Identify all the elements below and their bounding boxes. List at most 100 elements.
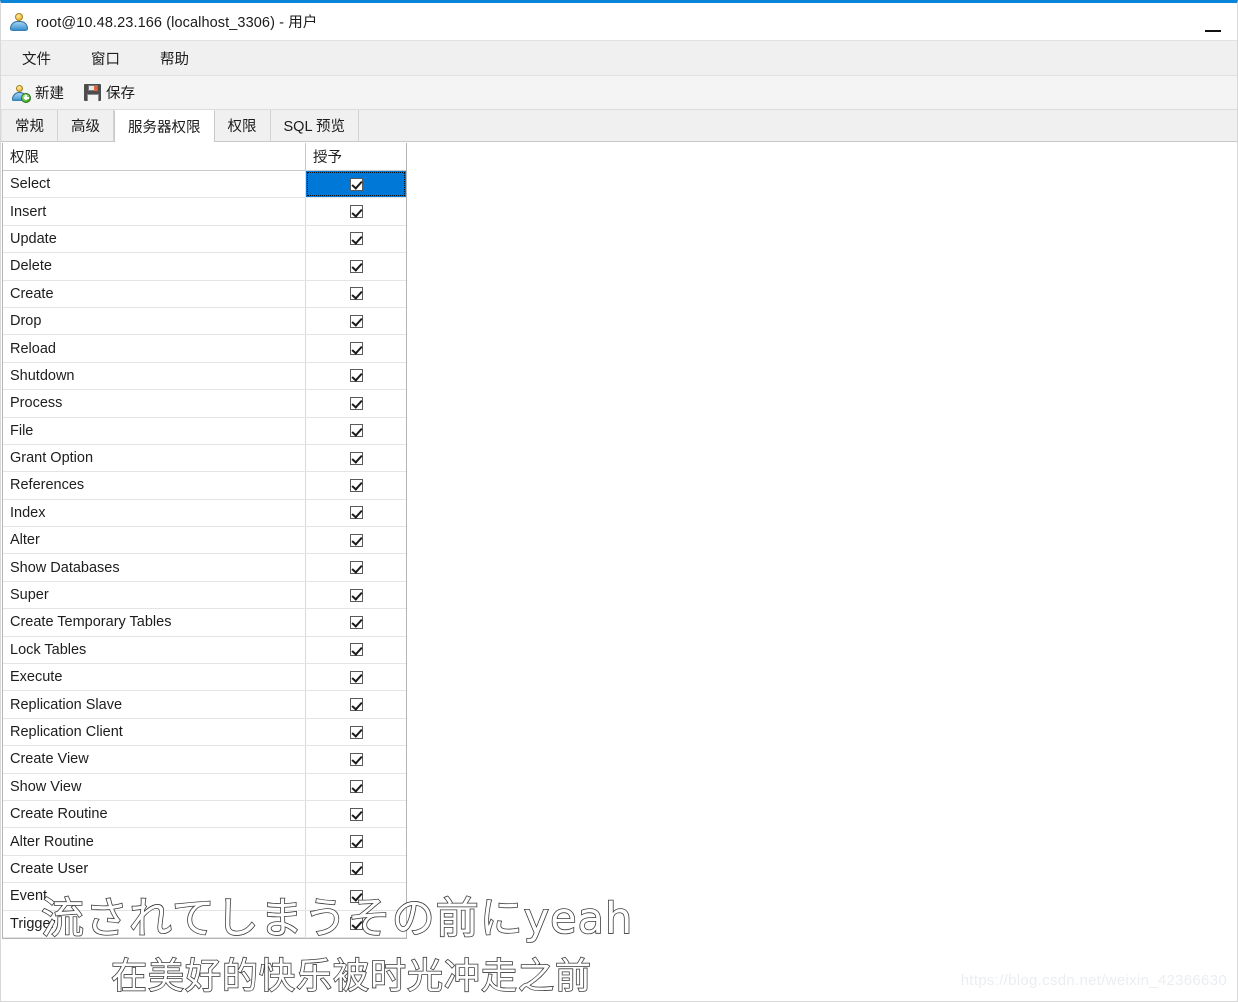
column-header-grant[interactable]: 授予 [306,143,406,170]
checkbox-checked-icon[interactable] [349,177,363,191]
table-row[interactable]: Alter [3,527,406,555]
grant-checkbox-cell[interactable] [306,911,406,937]
privilege-name-cell[interactable]: Create View [3,746,306,773]
grant-checkbox-cell[interactable] [306,609,406,635]
grant-checkbox-cell[interactable] [306,828,406,854]
column-header-privilege[interactable]: 权限 [3,143,306,170]
privilege-name-cell[interactable]: Delete [3,253,306,280]
checkbox-checked-icon[interactable] [349,205,363,219]
privilege-name-cell[interactable]: Super [3,581,306,609]
grant-checkbox-cell[interactable] [306,390,406,416]
grant-checkbox-cell[interactable] [306,554,406,580]
table-row[interactable]: Drop [3,307,406,336]
new-user-button[interactable]: 新建 [7,79,73,106]
checkbox-checked-icon[interactable] [349,561,363,575]
table-row[interactable]: Alter Routine [3,828,406,856]
checkbox-checked-icon[interactable] [349,643,363,657]
grant-checkbox-cell[interactable] [306,308,406,334]
grant-checkbox-cell[interactable] [306,335,406,361]
grant-checkbox-cell[interactable] [306,582,406,608]
menu-item-help[interactable]: 帮助 [147,44,202,73]
table-row[interactable]: Event [3,883,406,911]
privilege-name-cell[interactable]: Grant Option [3,444,306,472]
privilege-name-cell[interactable]: Shutdown [3,362,306,390]
checkbox-checked-icon[interactable] [349,889,363,903]
privilege-name-cell[interactable]: References [3,472,306,499]
grant-checkbox-cell[interactable] [306,746,406,772]
checkbox-checked-icon[interactable] [349,451,363,465]
checkbox-checked-icon[interactable] [349,615,363,629]
table-row[interactable]: Index [3,499,406,528]
privilege-name-cell[interactable]: Process [3,390,306,417]
grant-checkbox-cell[interactable] [306,445,406,471]
grant-checkbox-cell[interactable] [306,637,406,663]
privilege-name-cell[interactable]: Replication Client [3,718,306,746]
privilege-name-cell[interactable]: Index [3,499,306,527]
grant-checkbox-cell[interactable] [306,801,406,827]
table-row[interactable]: Replication Client [3,718,406,747]
table-row[interactable]: References [3,472,406,500]
table-row[interactable]: Create [3,280,406,308]
tab-privileges[interactable]: 权限 [214,110,271,141]
grant-checkbox-cell[interactable] [306,856,406,882]
table-row[interactable]: Delete [3,253,406,281]
checkbox-checked-icon[interactable] [349,780,363,794]
table-row[interactable]: Select [3,171,406,199]
grant-checkbox-cell[interactable] [306,171,406,198]
table-row[interactable]: Create User [3,855,406,884]
privilege-name-cell[interactable]: Trigger [3,910,306,937]
table-row[interactable]: Reload [3,335,406,363]
privilege-name-cell[interactable]: Lock Tables [3,636,306,664]
checkbox-checked-icon[interactable] [349,232,363,246]
grant-checkbox-cell[interactable] [306,198,406,224]
checkbox-checked-icon[interactable] [349,424,363,438]
checkbox-checked-icon[interactable] [349,807,363,821]
privilege-name-cell[interactable]: Drop [3,307,306,335]
grant-checkbox-cell[interactable] [306,226,406,252]
privilege-name-cell[interactable]: Select [3,171,306,198]
table-row[interactable]: Lock Tables [3,636,406,665]
table-row[interactable]: File [3,417,406,445]
menu-item-window[interactable]: 窗口 [78,44,133,73]
privilege-name-cell[interactable]: Update [3,225,306,253]
privilege-name-cell[interactable]: Event [3,883,306,910]
table-row[interactable]: Grant Option [3,444,406,473]
minimize-button[interactable] [1199,15,1227,37]
grant-checkbox-cell[interactable] [306,281,406,307]
privilege-name-cell[interactable]: Alter Routine [3,828,306,855]
menu-item-file[interactable]: 文件 [9,44,64,73]
privilege-name-cell[interactable]: Execute [3,664,306,691]
privilege-name-cell[interactable]: Create User [3,855,306,883]
table-row[interactable]: Show Databases [3,554,406,582]
checkbox-checked-icon[interactable] [349,533,363,547]
checkbox-checked-icon[interactable] [349,752,363,766]
grant-checkbox-cell[interactable] [306,500,406,526]
table-row[interactable]: Show View [3,773,406,801]
grant-checkbox-cell[interactable] [306,472,406,498]
grant-checkbox-cell[interactable] [306,883,406,909]
tab-advanced[interactable]: 高级 [58,110,114,141]
grant-checkbox-cell[interactable] [306,527,406,553]
privilege-name-cell[interactable]: Create Temporary Tables [3,609,306,636]
checkbox-checked-icon[interactable] [349,670,363,684]
checkbox-checked-icon[interactable] [349,314,363,328]
table-row[interactable]: Super [3,581,406,610]
privilege-name-cell[interactable]: Show Databases [3,554,306,581]
tab-sql-preview[interactable]: SQL 预览 [270,110,360,141]
table-row[interactable]: Create Routine [3,800,406,829]
privilege-name-cell[interactable]: Create Routine [3,800,306,828]
grant-checkbox-cell[interactable] [306,719,406,745]
tab-general[interactable]: 常规 [1,110,58,141]
privilege-name-cell[interactable]: Alter [3,527,306,554]
grant-checkbox-cell[interactable] [306,253,406,279]
checkbox-checked-icon[interactable] [349,835,363,849]
table-row[interactable]: Trigger [3,910,406,938]
checkbox-checked-icon[interactable] [349,698,363,712]
table-row[interactable]: Create View [3,746,406,774]
table-row[interactable]: Replication Slave [3,691,406,719]
grant-checkbox-cell[interactable] [306,664,406,690]
privilege-name-cell[interactable]: Insert [3,198,306,225]
privilege-name-cell[interactable]: Replication Slave [3,691,306,718]
checkbox-checked-icon[interactable] [349,396,363,410]
table-row[interactable]: Execute [3,664,406,692]
